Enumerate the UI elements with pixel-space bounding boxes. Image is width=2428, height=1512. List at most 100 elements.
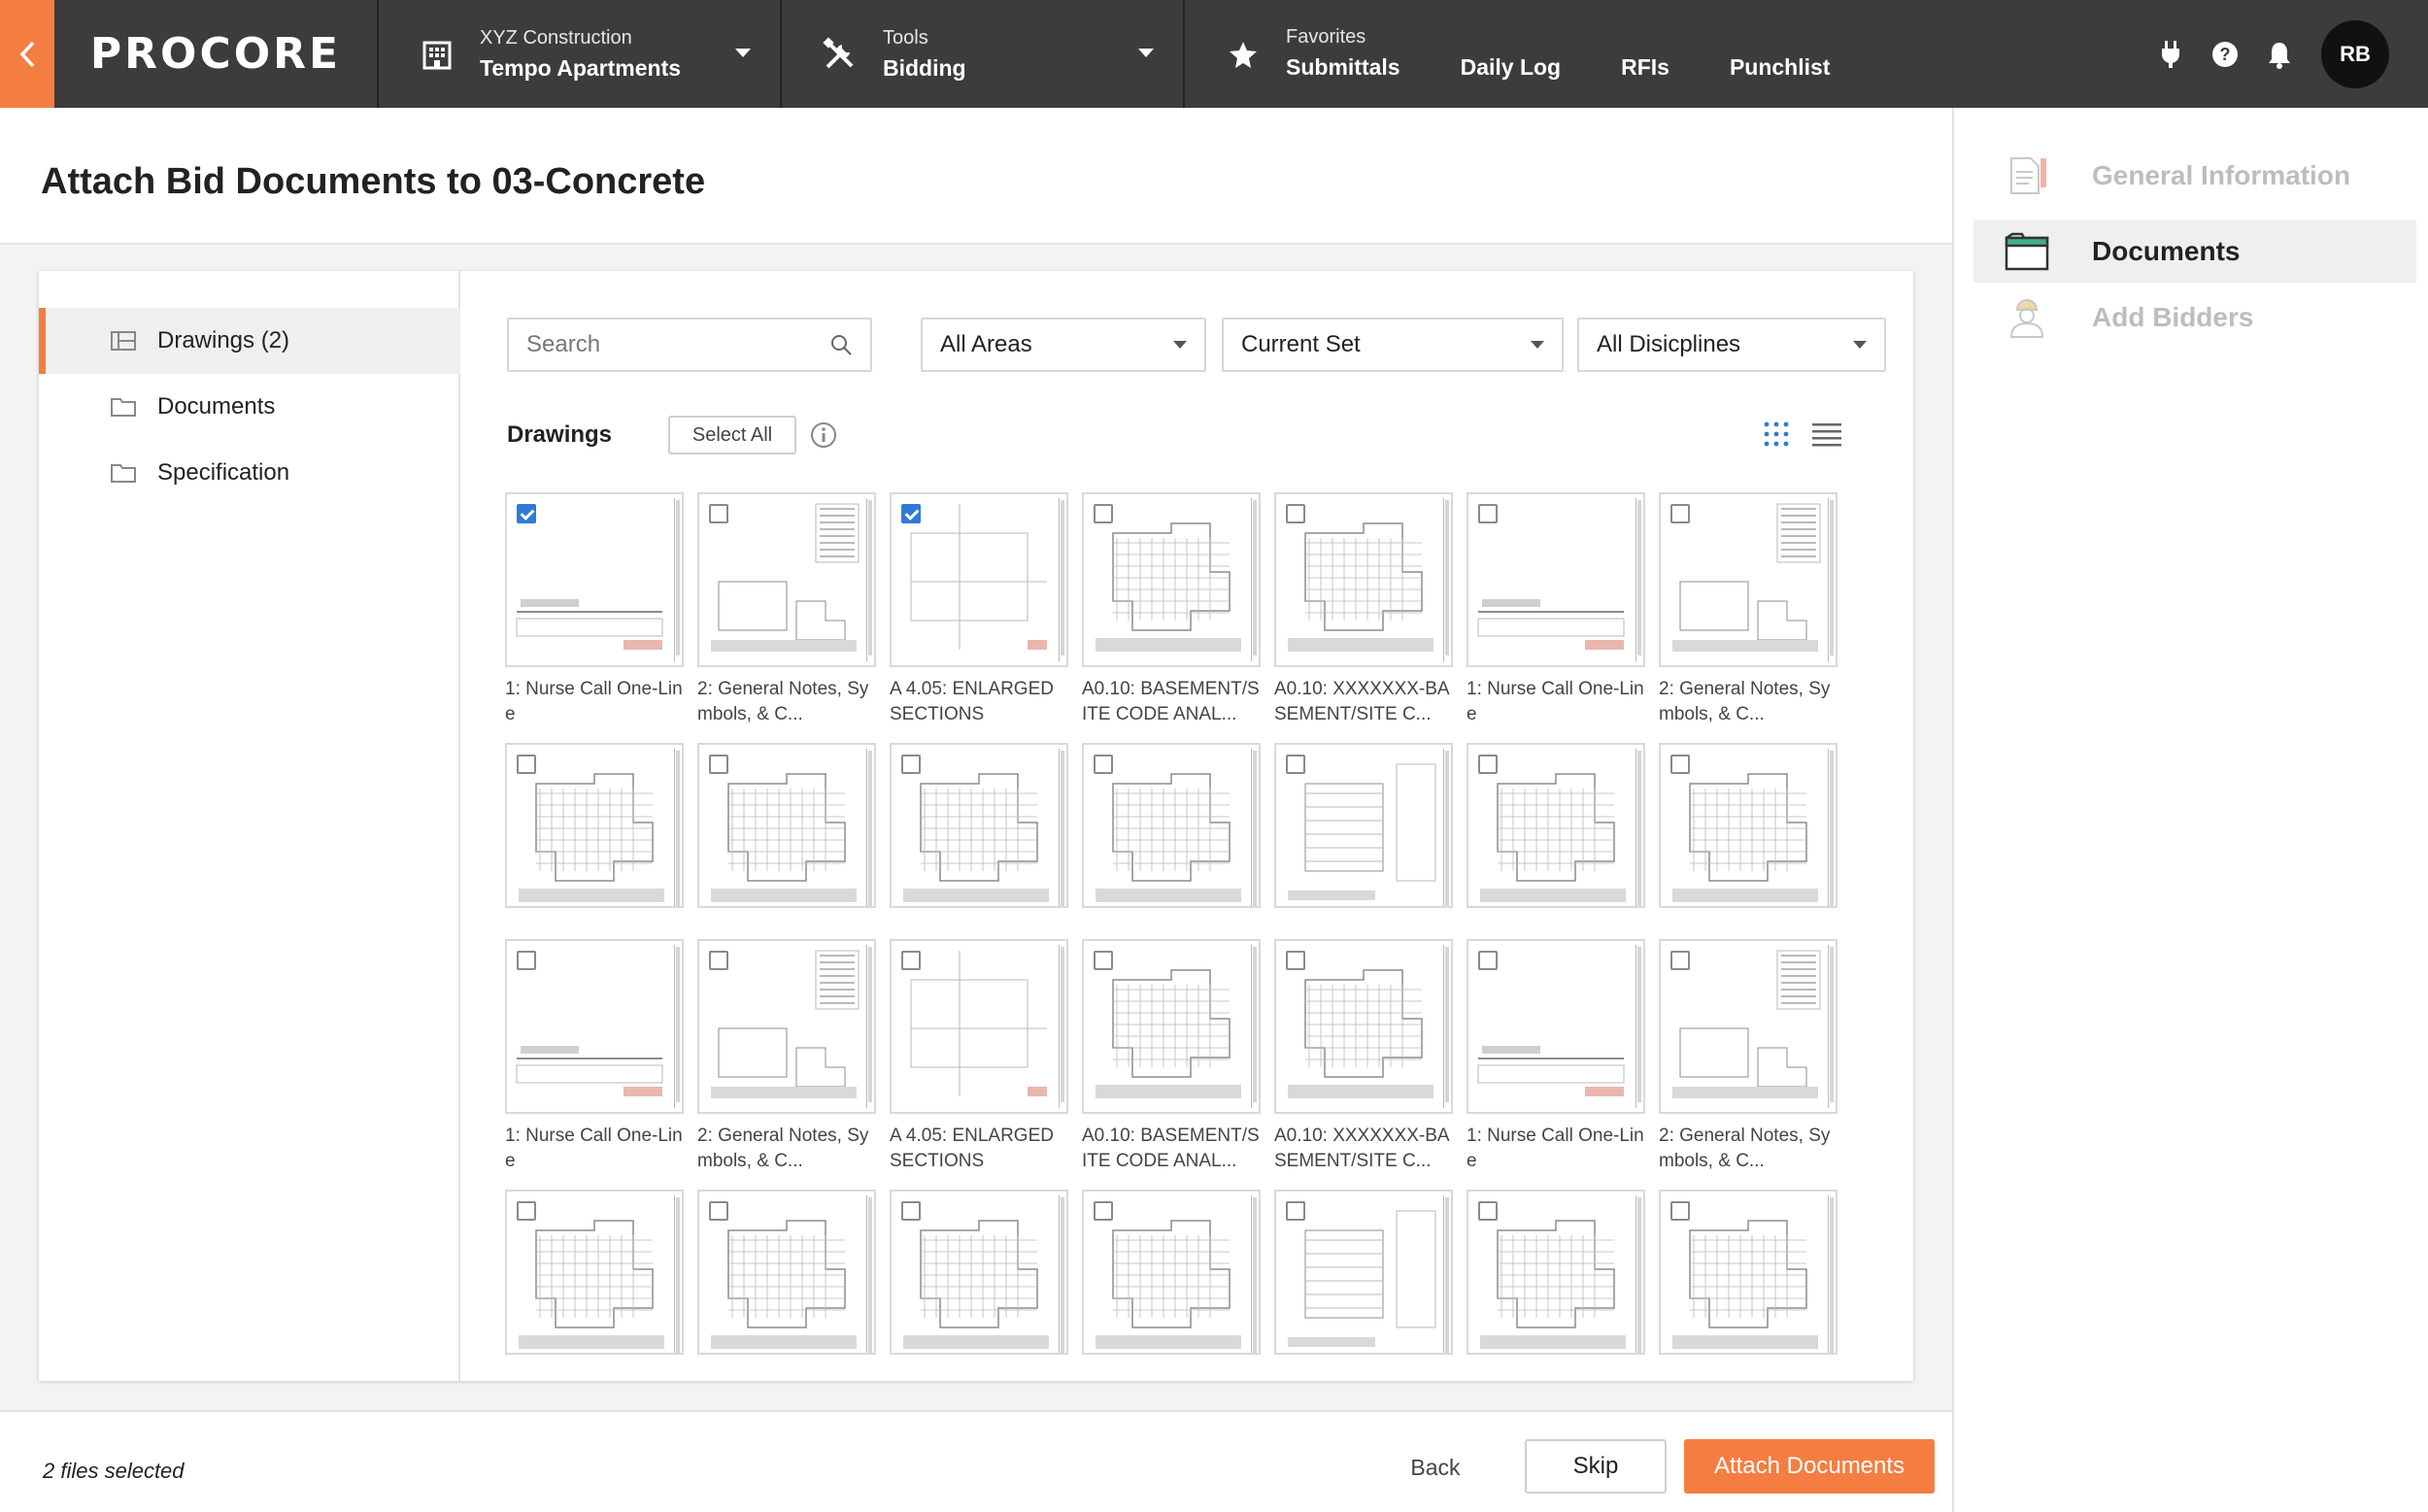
drawing-preview[interactable] [697,1190,876,1355]
drawing-checkbox[interactable] [517,755,536,774]
drawing-thumbnail[interactable]: A 4.05: ENLARGED SECTIONS [890,492,1068,727]
drawing-checkbox[interactable] [1286,504,1305,523]
drawing-checkbox[interactable] [1478,504,1498,523]
drawing-checkbox[interactable] [517,951,536,970]
drawing-checkbox[interactable] [709,951,728,970]
drawing-thumbnail[interactable]: A0.10: XXXXXXX-BASEMENT/SITE C... [1274,492,1453,727]
drawing-thumbnail[interactable]: 1: Nurse Call One-Line [505,492,684,727]
favorite-link-rfis[interactable]: RFIs [1621,54,1669,81]
disciplines-dropdown[interactable]: All Disicplines [1577,318,1886,372]
drawing-preview[interactable] [1274,939,1453,1114]
drawing-thumbnail[interactable] [1659,743,1838,908]
favorite-link-punchlist[interactable]: Punchlist [1730,54,1831,81]
drawing-preview[interactable] [1082,1190,1261,1355]
drawing-checkbox[interactable] [1286,1201,1305,1221]
drawing-preview[interactable] [1467,1190,1645,1355]
drawing-thumbnail[interactable] [890,743,1068,908]
drawing-thumbnail[interactable]: A0.10: BASEMENT/SITE CODE ANAL... [1082,939,1261,1174]
drawing-thumbnail[interactable]: 1: Nurse Call One-Line [505,939,684,1174]
drawing-preview[interactable] [1659,939,1838,1114]
step-documents[interactable]: Documents [1973,220,2416,283]
drawing-thumbnail[interactable] [505,743,684,908]
sidebar-item-specification[interactable]: Specification [39,440,460,506]
drawing-checkbox[interactable] [901,1201,921,1221]
drawing-thumbnail[interactable] [1274,1190,1453,1355]
drawing-checkbox[interactable] [517,504,536,523]
plug-icon[interactable] [2154,38,2187,71]
drawing-thumbnail[interactable] [890,1190,1068,1355]
drawing-checkbox[interactable] [1670,1201,1690,1221]
drawing-thumbnail[interactable]: A0.10: BASEMENT/SITE CODE ANAL... [1082,492,1261,727]
drawing-preview[interactable] [1659,1190,1838,1355]
drawing-checkbox[interactable] [709,755,728,774]
drawing-thumbnail[interactable]: 1: Nurse Call One-Line [1467,939,1645,1174]
project-selector[interactable]: XYZ Construction Tempo Apartments [379,0,782,108]
back-arrow-button[interactable] [0,0,54,108]
drawing-preview[interactable] [1274,492,1453,667]
drawing-preview[interactable] [697,939,876,1114]
drawing-preview[interactable] [1467,492,1645,667]
drawing-checkbox[interactable] [517,1201,536,1221]
drawing-thumbnail[interactable] [1082,743,1261,908]
drawing-preview[interactable] [697,492,876,667]
drawing-checkbox[interactable] [1286,951,1305,970]
drawing-checkbox[interactable] [709,504,728,523]
drawing-preview[interactable] [1659,492,1838,667]
drawing-thumbnail[interactable] [697,743,876,908]
drawing-preview[interactable] [1467,743,1645,908]
drawing-preview[interactable] [1082,492,1261,667]
step-add-bidders[interactable]: Add Bidders [1973,286,2416,349]
drawing-thumbnail[interactable]: 2: General Notes, Symbols, & C... [697,492,876,727]
drawing-thumbnail[interactable] [1274,743,1453,908]
drawing-thumbnail[interactable]: A0.10: XXXXXXX-BASEMENT/SITE C... [1274,939,1453,1174]
drawing-thumbnail[interactable] [1467,743,1645,908]
drawing-preview[interactable] [1274,1190,1453,1355]
bell-icon[interactable] [2263,38,2296,71]
grid-view-icon[interactable] [1762,420,1791,449]
drawing-preview[interactable] [1082,939,1261,1114]
user-avatar[interactable]: RB [2321,19,2389,88]
drawing-thumbnail[interactable]: A 4.05: ENLARGED SECTIONS [890,939,1068,1174]
drawing-thumbnail[interactable] [1659,1190,1838,1355]
drawing-thumbnail[interactable] [1467,1190,1645,1355]
drawing-preview[interactable] [505,743,684,908]
search-field[interactable] [507,318,872,372]
drawing-preview[interactable] [890,492,1068,667]
drawing-thumbnail[interactable]: 2: General Notes, Symbols, & C... [1659,492,1838,727]
drawing-preview[interactable] [1659,743,1838,908]
drawing-preview[interactable] [1082,743,1261,908]
drawing-checkbox[interactable] [709,1201,728,1221]
drawing-preview[interactable] [505,939,684,1114]
back-button[interactable]: Back [1389,1441,1482,1494]
tools-selector[interactable]: Tools Bidding [782,0,1185,108]
favorite-link-submittals[interactable]: Submittals [1286,54,1400,81]
attach-documents-button[interactable]: Attach Documents [1684,1439,1935,1494]
sidebar-item-drawings[interactable]: Drawings (2) [39,308,460,374]
drawing-checkbox[interactable] [1094,1201,1113,1221]
drawing-checkbox[interactable] [1670,755,1690,774]
drawing-preview[interactable] [890,743,1068,908]
drawing-preview[interactable] [1467,939,1645,1114]
drawing-checkbox[interactable] [1094,951,1113,970]
procore-logo[interactable]: PROCORE [54,0,379,108]
info-icon[interactable] [810,421,837,449]
drawing-thumbnail[interactable]: 2: General Notes, Symbols, & C... [1659,939,1838,1174]
drawing-checkbox[interactable] [901,504,921,523]
favorite-link-daily-log[interactable]: Daily Log [1461,54,1562,81]
drawing-checkbox[interactable] [901,951,921,970]
areas-dropdown[interactable]: All Areas [921,318,1206,372]
help-icon[interactable]: ? [2209,38,2242,71]
select-all-button[interactable]: Select All [668,416,796,454]
drawing-checkbox[interactable] [1478,1201,1498,1221]
drawing-thumbnail[interactable]: 1: Nurse Call One-Line [1467,492,1645,727]
drawing-preview[interactable] [890,939,1068,1114]
drawing-checkbox[interactable] [1286,755,1305,774]
sidebar-item-documents[interactable]: Documents [39,374,460,440]
drawing-checkbox[interactable] [1478,755,1498,774]
search-input[interactable] [526,331,829,358]
drawing-preview[interactable] [1274,743,1453,908]
drawing-checkbox[interactable] [901,755,921,774]
drawing-checkbox[interactable] [1670,504,1690,523]
drawing-checkbox[interactable] [1094,755,1113,774]
drawing-preview[interactable] [890,1190,1068,1355]
